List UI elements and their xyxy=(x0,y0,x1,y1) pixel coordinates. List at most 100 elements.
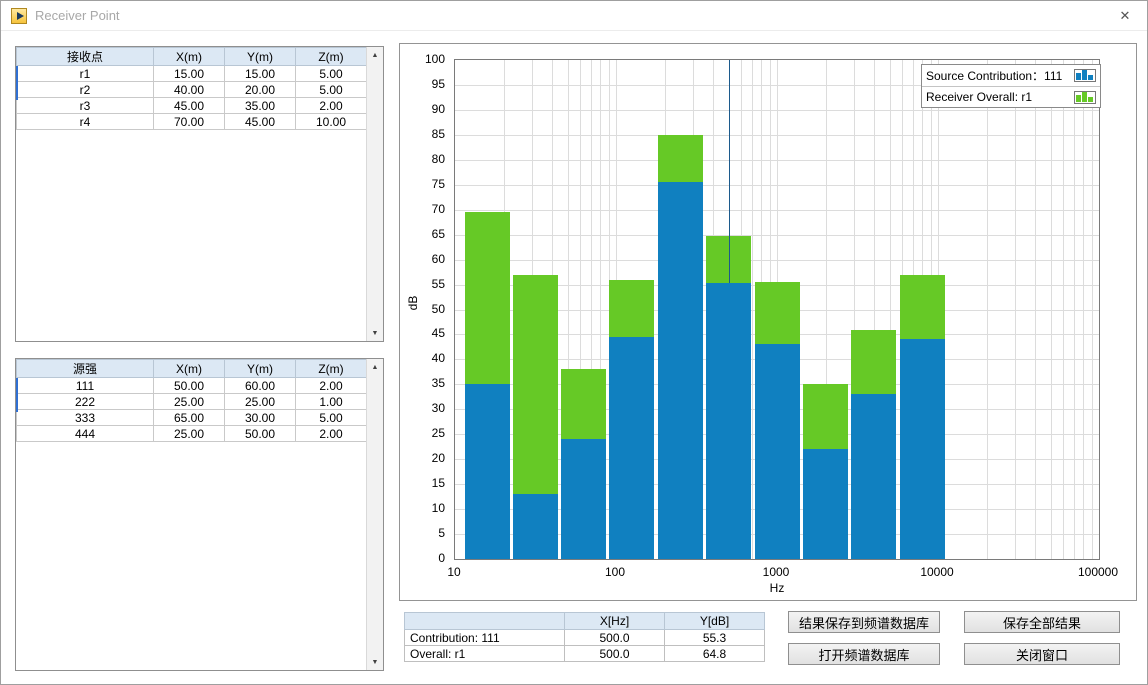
selection-indicator xyxy=(16,66,18,100)
plot-area[interactable] xyxy=(454,59,1100,560)
table-cell[interactable]: 222 xyxy=(17,394,154,410)
receiver-table[interactable]: 接收点X(m)Y(m)Z(m)r115.0015.005.00r240.0020… xyxy=(16,47,367,130)
table-cell[interactable]: 2.00 xyxy=(296,98,367,114)
scroll-down-icon[interactable]: ▼ xyxy=(367,325,383,341)
overall-bar xyxy=(755,282,800,344)
receiver-point-window: Receiver Point ✕ 接收点X(m)Y(m)Z(m)r115.001… xyxy=(0,0,1148,685)
table-row[interactable]: r470.0045.0010.00 xyxy=(17,114,367,130)
table-row[interactable]: 33365.0030.005.00 xyxy=(17,410,367,426)
table-cell[interactable]: 40.00 xyxy=(154,82,225,98)
contribution-bar xyxy=(851,394,896,559)
table-cell[interactable]: 444 xyxy=(17,426,154,442)
table-cell[interactable]: 35.00 xyxy=(225,98,296,114)
table-cell[interactable]: 50.00 xyxy=(154,378,225,394)
table-cell[interactable]: 64.8 xyxy=(665,646,765,662)
source-table-scrollbar[interactable]: ▲ ▼ xyxy=(366,359,383,670)
table-row[interactable]: r240.0020.005.00 xyxy=(17,82,367,98)
table-cell[interactable]: r2 xyxy=(17,82,154,98)
table-cell[interactable]: 15.00 xyxy=(154,66,225,82)
scroll-up-icon[interactable]: ▲ xyxy=(367,47,383,63)
table-cell[interactable]: 20.00 xyxy=(225,82,296,98)
table-cell[interactable]: 25.00 xyxy=(225,394,296,410)
table-row[interactable]: r345.0035.002.00 xyxy=(17,98,367,114)
table-cell[interactable]: Contribution: 111 xyxy=(405,630,565,646)
table-cell[interactable]: 5.00 xyxy=(296,82,367,98)
close-icon[interactable]: ✕ xyxy=(1103,1,1147,31)
table-cell[interactable]: 1.00 xyxy=(296,394,367,410)
y-tick-label: 25 xyxy=(432,426,445,440)
x-tick-label: 10000 xyxy=(920,565,953,579)
table-row[interactable]: r115.0015.005.00 xyxy=(17,66,367,82)
receiver-table-scrollbar[interactable]: ▲ ▼ xyxy=(366,47,383,341)
open-spectrum-db-button[interactable]: 打开频谱数据库 xyxy=(788,643,940,665)
source-table[interactable]: 源强X(m)Y(m)Z(m)11150.0060.002.0022225.002… xyxy=(16,359,367,442)
table-cell[interactable]: 500.0 xyxy=(565,630,665,646)
save-all-results-button[interactable]: 保存全部结果 xyxy=(964,611,1120,633)
y-tick-label: 80 xyxy=(432,152,445,166)
save-result-to-spectrum-db-button[interactable]: 结果保存到频谱数据库 xyxy=(788,611,940,633)
overall-bar xyxy=(465,212,510,384)
table-row[interactable]: Overall: r1500.064.8 xyxy=(405,646,765,662)
table-cell[interactable]: 5.00 xyxy=(296,410,367,426)
table-cell[interactable]: 25.00 xyxy=(154,426,225,442)
table-cell[interactable]: 50.00 xyxy=(225,426,296,442)
y-tick-label: 15 xyxy=(432,476,445,490)
table-cell[interactable]: r1 xyxy=(17,66,154,82)
table-row[interactable]: 11150.0060.002.00 xyxy=(17,378,367,394)
table-cell[interactable]: 111 xyxy=(17,378,154,394)
x-axis-ticks: 10100100010000100000 xyxy=(454,565,1100,580)
cursor-readout-table: X[Hz]Y[dB]Contribution: 111500.055.3Over… xyxy=(404,612,765,662)
y-tick-label: 5 xyxy=(438,526,445,540)
table-cell[interactable]: Overall: r1 xyxy=(405,646,565,662)
table-cell[interactable]: 15.00 xyxy=(225,66,296,82)
table-cell[interactable]: 10.00 xyxy=(296,114,367,130)
legend-item[interactable]: Source Contribution：111 xyxy=(922,65,1100,86)
overall-bar xyxy=(803,384,848,449)
graph-cursor-line[interactable] xyxy=(729,60,730,283)
table-cell[interactable]: 500.0 xyxy=(565,646,665,662)
chart-legend: Source Contribution：111Receiver Overall:… xyxy=(921,64,1101,108)
table-cell[interactable]: 70.00 xyxy=(154,114,225,130)
table-cell[interactable]: 30.00 xyxy=(225,410,296,426)
table-cell[interactable]: r3 xyxy=(17,98,154,114)
x-tick-label: 10 xyxy=(447,565,460,579)
gridline xyxy=(1083,60,1084,559)
contribution-bar xyxy=(706,283,751,559)
selection-indicator xyxy=(16,378,18,412)
x-tick-label: 100 xyxy=(605,565,625,579)
column-header: 源强 xyxy=(17,360,154,378)
overall-bar xyxy=(609,280,654,337)
table-cell[interactable]: 2.00 xyxy=(296,378,367,394)
scroll-up-icon[interactable]: ▲ xyxy=(367,359,383,375)
table-cell[interactable]: 60.00 xyxy=(225,378,296,394)
table-row[interactable]: 44425.0050.002.00 xyxy=(17,426,367,442)
table-cell[interactable]: 45.00 xyxy=(154,98,225,114)
table-cell[interactable]: 45.00 xyxy=(225,114,296,130)
table-cell[interactable]: 5.00 xyxy=(296,66,367,82)
y-tick-label: 20 xyxy=(432,451,445,465)
gridline xyxy=(1035,60,1036,559)
y-tick-label: 45 xyxy=(432,326,445,340)
scroll-down-icon[interactable]: ▼ xyxy=(367,654,383,670)
y-tick-label: 30 xyxy=(432,401,445,415)
table-cell[interactable]: 55.3 xyxy=(665,630,765,646)
table-cell[interactable]: 2.00 xyxy=(296,426,367,442)
table-cell[interactable]: r4 xyxy=(17,114,154,130)
table-row[interactable]: 22225.0025.001.00 xyxy=(17,394,367,410)
table-row[interactable]: Contribution: 111500.055.3 xyxy=(405,630,765,646)
y-tick-label: 90 xyxy=(432,102,445,116)
close-window-button[interactable]: 关闭窗口 xyxy=(964,643,1120,665)
legend-item[interactable]: Receiver Overall: r1 xyxy=(922,86,1100,107)
x-tick-label: 1000 xyxy=(763,565,790,579)
y-axis-ticks: 0510152025303540455055606570758085909510… xyxy=(400,59,448,560)
table-cell[interactable]: 65.00 xyxy=(154,410,225,426)
y-tick-label: 40 xyxy=(432,351,445,365)
contribution-bar xyxy=(609,337,654,559)
receiver-table-panel: 接收点X(m)Y(m)Z(m)r115.0015.005.00r240.0020… xyxy=(15,46,384,342)
contribution-bar xyxy=(803,449,848,559)
table-cell[interactable]: 333 xyxy=(17,410,154,426)
labview-app-icon xyxy=(11,8,27,24)
y-tick-label: 100 xyxy=(425,52,445,66)
y-tick-label: 85 xyxy=(432,127,445,141)
table-cell[interactable]: 25.00 xyxy=(154,394,225,410)
